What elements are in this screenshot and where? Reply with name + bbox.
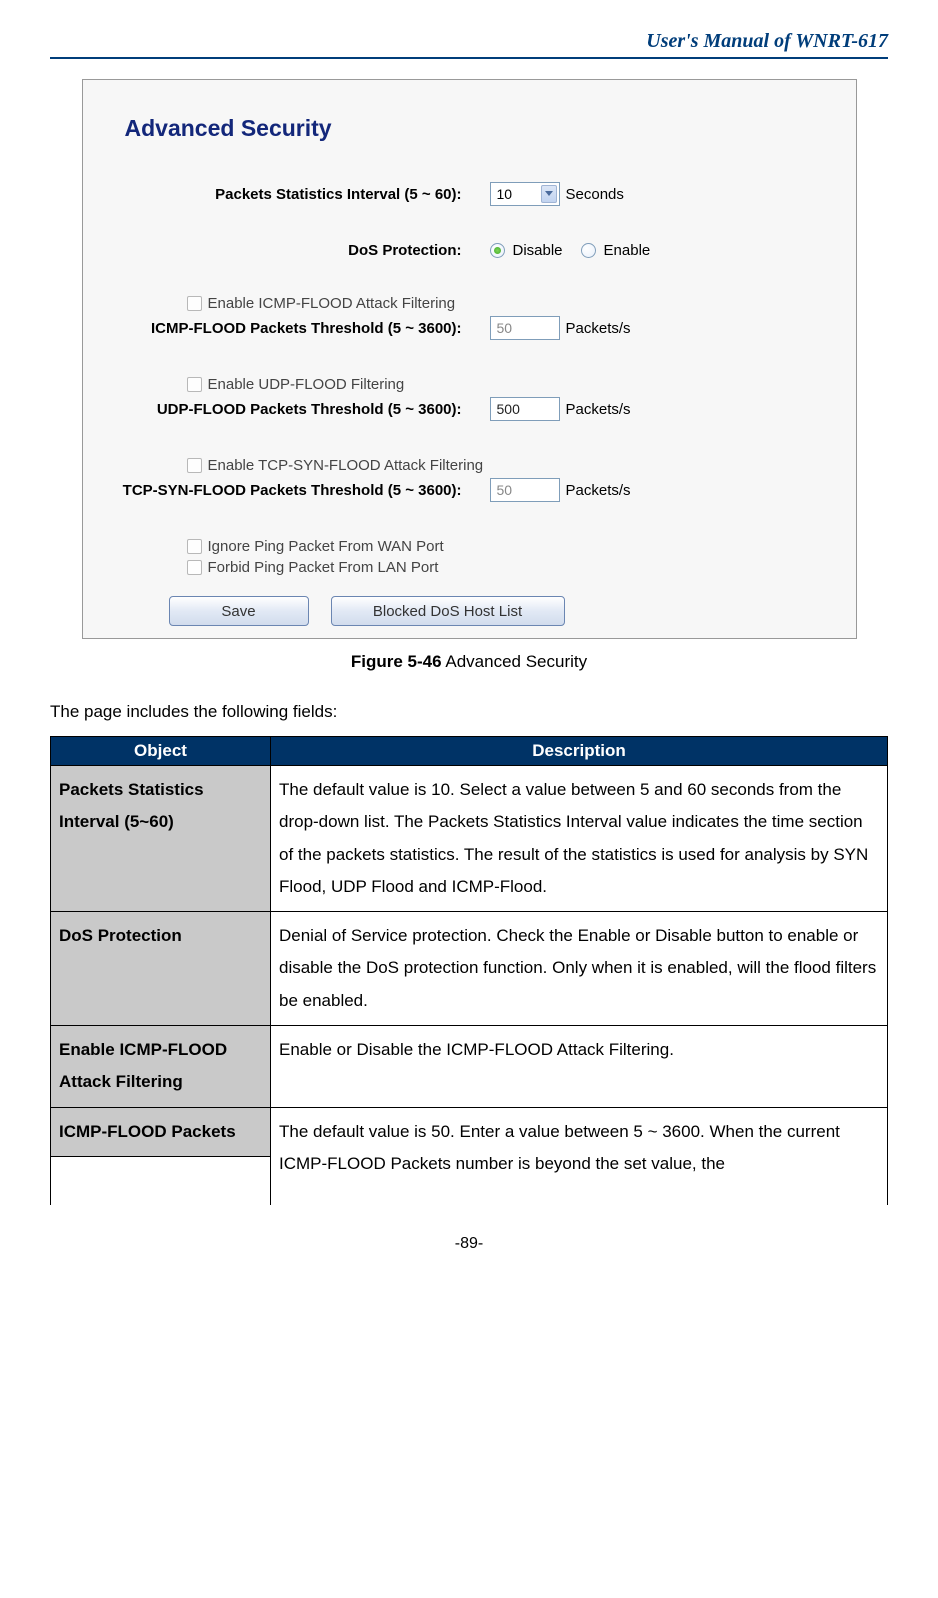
icmp-thresh-label: ICMP-FLOOD Packets Threshold (5 ~ 3600): (95, 320, 490, 337)
udp-thresh-unit: Packets/s (566, 401, 631, 418)
ignore-ping-wan-checkbox[interactable] (187, 539, 202, 554)
udp-enable-label: Enable UDP-FLOOD Filtering (208, 376, 405, 393)
panel-title: Advanced Security (125, 115, 844, 142)
table-obj-cell: ICMP-FLOOD Packets (51, 1107, 271, 1156)
tcp-enable-checkbox[interactable] (187, 458, 202, 473)
manual-title: User's Manual of WNRT-617 (50, 30, 888, 53)
packets-interval-select[interactable]: 10 (490, 182, 560, 206)
description-table: Object Description Packets Statistics In… (50, 736, 888, 1205)
figure-caption: Figure 5-46 Advanced Security (50, 652, 888, 672)
table-row: DoS Protection Denial of Service protect… (51, 912, 888, 1026)
packets-interval-value: 10 (497, 186, 513, 202)
tcp-thresh-input[interactable] (490, 478, 560, 502)
table-obj-cell: Enable ICMP-FLOOD Attack Filtering (51, 1026, 271, 1108)
table-obj-cell: Packets Statistics Interval (5~60) (51, 766, 271, 912)
figure-number: Figure 5-46 (351, 652, 442, 671)
dos-enable-label: Enable (604, 242, 651, 259)
table-desc-cell: The default value is 50. Enter a value b… (271, 1107, 888, 1205)
screenshot-panel: Advanced Security Packets Statistics Int… (82, 79, 857, 639)
ignore-ping-wan-label: Ignore Ping Packet From WAN Port (208, 538, 444, 555)
table-obj-cell: DoS Protection (51, 912, 271, 1026)
table-header-description: Description (271, 737, 888, 766)
dos-disable-label: Disable (513, 242, 563, 259)
dos-disable-radio[interactable] (490, 243, 505, 258)
forbid-ping-lan-checkbox[interactable] (187, 560, 202, 575)
table-obj-cell-blank (51, 1156, 271, 1205)
tcp-thresh-label: TCP-SYN-FLOOD Packets Threshold (5 ~ 360… (95, 482, 490, 499)
blocked-dos-host-list-button[interactable]: Blocked DoS Host List (331, 596, 565, 626)
intro-text: The page includes the following fields: (50, 702, 888, 722)
dos-label: DoS Protection: (95, 242, 490, 259)
table-header-object: Object (51, 737, 271, 766)
packets-interval-label: Packets Statistics Interval (5 ~ 60): (95, 186, 490, 203)
icmp-enable-label: Enable ICMP-FLOOD Attack Filtering (208, 295, 456, 312)
table-desc-cell: The default value is 10. Select a value … (271, 766, 888, 912)
select-arrow-icon (541, 185, 557, 203)
save-button[interactable]: Save (169, 596, 309, 626)
figure-text: Advanced Security (442, 652, 588, 671)
table-row: ICMP-FLOOD Packets The default value is … (51, 1107, 888, 1156)
table-desc-cell: Denial of Service protection. Check the … (271, 912, 888, 1026)
icmp-thresh-input[interactable] (490, 316, 560, 340)
forbid-ping-lan-label: Forbid Ping Packet From LAN Port (208, 559, 439, 576)
icmp-enable-checkbox[interactable] (187, 296, 202, 311)
icmp-thresh-unit: Packets/s (566, 320, 631, 337)
table-row: Enable ICMP-FLOOD Attack Filtering Enabl… (51, 1026, 888, 1108)
tcp-enable-label: Enable TCP-SYN-FLOOD Attack Filtering (208, 457, 484, 474)
page-number: -89- (50, 1235, 888, 1253)
tcp-thresh-unit: Packets/s (566, 482, 631, 499)
header-divider (50, 57, 888, 59)
packets-interval-unit: Seconds (566, 186, 624, 203)
udp-thresh-label: UDP-FLOOD Packets Threshold (5 ~ 3600): (95, 401, 490, 418)
table-desc-cell: Enable or Disable the ICMP-FLOOD Attack … (271, 1026, 888, 1108)
udp-thresh-input[interactable] (490, 397, 560, 421)
table-row: Packets Statistics Interval (5~60) The d… (51, 766, 888, 912)
udp-enable-checkbox[interactable] (187, 377, 202, 392)
dos-enable-radio[interactable] (581, 243, 596, 258)
